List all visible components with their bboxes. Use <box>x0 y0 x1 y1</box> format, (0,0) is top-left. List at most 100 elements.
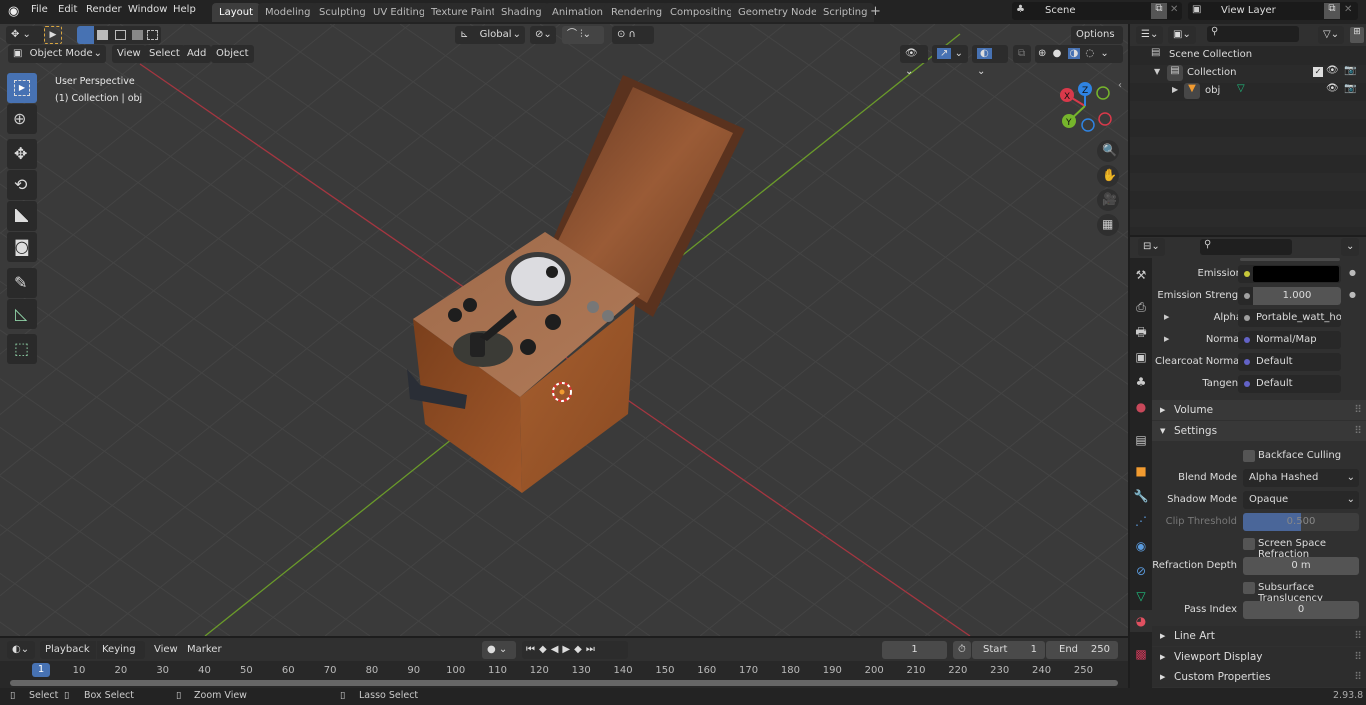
properties-search-input[interactable]: ⚲ <box>1200 239 1292 255</box>
tab-physics[interactable]: ◉ <box>1130 535 1152 557</box>
tab-uv-editing[interactable]: UV Editing <box>366 3 433 22</box>
playback-dropdown[interactable]: Playback ⌄ <box>40 641 96 673</box>
drag-handle-icon[interactable]: ⠿ <box>1354 626 1362 646</box>
play-icon[interactable]: ▶ <box>562 644 574 655</box>
tab-object[interactable]: ■ <box>1130 460 1152 482</box>
shadow-mode-dropdown[interactable]: Opaque ⌄ <box>1243 491 1359 509</box>
tangent-field[interactable]: Default <box>1238 375 1341 393</box>
overlays-toggle[interactable]: ◐ ⌄ <box>972 45 1008 77</box>
refraction-depth-field[interactable]: 0 m <box>1243 557 1359 575</box>
perspective-toggle-button[interactable]: ▦ <box>1097 214 1119 236</box>
keying-dropdown[interactable]: Keying ⌄ <box>97 641 145 673</box>
tool-measure[interactable]: ◺ <box>7 299 37 329</box>
tab-constraints[interactable]: ⊘ <box>1130 560 1152 582</box>
drag-handle-icon[interactable]: ⠿ <box>1354 421 1362 441</box>
menu-add[interactable]: Add <box>182 45 212 63</box>
jump-start-icon[interactable]: ⏮ <box>526 644 539 655</box>
emission-color-field[interactable] <box>1238 265 1341 283</box>
camera-view-button[interactable]: 🎥 <box>1097 189 1119 211</box>
select-invert-icon[interactable] <box>132 30 143 40</box>
editor-type-button[interactable]: ✥ ⌄ <box>6 26 44 44</box>
playhead[interactable]: 1 <box>32 663 50 677</box>
tab-sculpting[interactable]: Sculpting <box>312 3 373 22</box>
pivot-point-dropdown[interactable]: ⊘⌄ <box>530 26 556 44</box>
transform-orientation-dropdown[interactable]: ⊾ Global ⌄ <box>455 26 525 44</box>
tab-geometry-nodes[interactable]: Geometry Nodes <box>731 3 830 22</box>
tab-rendering[interactable]: Rendering <box>604 3 670 22</box>
tool-select-box[interactable]: ▶ <box>7 73 37 103</box>
tool-scale[interactable] <box>7 201 37 231</box>
tab-render[interactable]: ⎙ <box>1130 296 1152 318</box>
proportional-editing-toggle[interactable]: ⊙ ∩ <box>612 26 654 44</box>
exclude-checkbox-icon[interactable]: ✓ <box>1313 67 1323 77</box>
select-new-icon[interactable] <box>77 26 94 44</box>
chevron-down-icon[interactable]: ⌄ <box>1100 48 1108 59</box>
keyframe-dot-icon[interactable]: ● <box>1349 290 1356 299</box>
preview-range-toggle[interactable]: ⏱ <box>953 641 971 659</box>
menu-marker[interactable]: Marker <box>187 644 222 655</box>
eye-icon[interactable]: 👁 <box>1326 65 1339 76</box>
select-intersect-icon[interactable] <box>147 30 158 40</box>
expand-arrow-icon[interactable]: ▶ <box>1164 313 1169 321</box>
menu-view[interactable]: View <box>112 45 146 63</box>
snap-toggle[interactable]: ⌒ ⫶⌄ <box>562 26 604 44</box>
navigation-gizmo[interactable]: X Z Y <box>1055 80 1115 135</box>
tab-tool[interactable]: ⚒ <box>1130 264 1152 286</box>
expand-arrow-icon[interactable]: ▼ <box>1154 67 1160 76</box>
outliner-search-input[interactable]: ⚲ <box>1207 26 1299 42</box>
3d-viewport[interactable]: ✥ ⌄ ▶ ⊾ Global ⌄ ⊘⌄ ⌒ ⫶⌄ ⊙ ∩ Options ⌄ ▣… <box>0 24 1128 636</box>
tab-animation[interactable]: Animation <box>545 3 610 22</box>
start-frame-field[interactable]: Start 1 <box>972 641 1045 659</box>
display-mode-dropdown[interactable]: ☰⌄ <box>1136 26 1164 44</box>
outliner-item-collection[interactable]: ▼ ▤ Collection ✓ 👁 📷 <box>1130 64 1366 82</box>
xray-toggle[interactable]: ⧉ <box>1013 45 1031 63</box>
select-extend-icon[interactable] <box>97 30 108 40</box>
next-keyframe-icon[interactable]: ◆ <box>574 644 586 655</box>
gizmo-toggle[interactable]: ↗ ⌄ <box>932 45 968 63</box>
alpha-link-field[interactable]: Portable_watt_hourt... <box>1238 309 1341 327</box>
filter-view-layer-dropdown[interactable]: ▣⌄ <box>1168 26 1196 44</box>
emission-strength-field[interactable]: 1.000 <box>1238 287 1341 305</box>
solid-shading-icon[interactable]: ● <box>1053 48 1062 59</box>
zoom-view-button[interactable]: 🔍 <box>1097 140 1119 162</box>
mode-dropdown[interactable]: ▣ Object Mode ⌄ <box>8 45 106 63</box>
editor-type-button[interactable]: ⊟⌄ <box>1138 238 1165 256</box>
tab-world[interactable]: ● <box>1130 396 1152 418</box>
menu-edit[interactable]: Edit <box>58 4 77 15</box>
scene-selector[interactable]: ♣ Scene ⧉ ✕ <box>1012 2 1182 20</box>
screen-space-refraction-checkbox[interactable] <box>1243 538 1255 550</box>
expand-arrow-icon[interactable]: ▶ <box>1172 85 1178 94</box>
outliner-item-scene-collection[interactable]: ▤ Scene Collection <box>1130 46 1366 64</box>
blend-mode-dropdown[interactable]: Alpha Hashed ⌄ <box>1243 469 1359 487</box>
section-custom-properties[interactable]: ▶ Custom Properties ⠿ <box>1152 667 1366 687</box>
end-frame-field[interactable]: End 250 <box>1046 641 1118 659</box>
tab-scene[interactable]: ♣ <box>1130 371 1152 393</box>
tab-texture-paint[interactable]: Texture Paint <box>424 3 503 22</box>
keyframe-dot-icon[interactable]: ● <box>1349 268 1356 277</box>
tab-particles[interactable]: ⋰ <box>1130 510 1152 532</box>
tool-annotate[interactable]: ✎ <box>7 268 37 298</box>
tab-material[interactable]: ◕ <box>1130 610 1152 632</box>
close-icon[interactable]: ✕ <box>1344 4 1352 15</box>
auto-keying-toggle[interactable]: ● ⌄ <box>482 641 516 659</box>
tab-modeling[interactable]: Modeling <box>258 3 318 22</box>
tab-texture[interactable]: ▩ <box>1130 643 1152 665</box>
select-subtract-icon[interactable] <box>115 30 126 40</box>
menu-object[interactable]: Object <box>211 45 254 63</box>
tab-data[interactable]: ▽ <box>1130 585 1152 607</box>
clip-threshold-slider[interactable]: 0.500 <box>1243 513 1359 531</box>
copy-scene-icon[interactable]: ⧉ <box>1151 3 1167 19</box>
tab-shading[interactable]: Shading <box>494 3 549 22</box>
camera-icon[interactable]: 📷 <box>1344 65 1356 76</box>
editor-type-button[interactable]: ◐⌄ <box>7 641 35 659</box>
current-frame-field[interactable]: 1 <box>882 641 947 659</box>
tool-settings-active-icon[interactable]: ▶ <box>44 26 62 44</box>
eye-icon[interactable]: 👁 <box>1326 83 1339 94</box>
tab-modifiers[interactable]: 🔧 <box>1130 485 1152 507</box>
backface-culling-checkbox[interactable] <box>1243 450 1255 462</box>
subsurface-translucency-checkbox[interactable] <box>1243 582 1255 594</box>
tool-transform[interactable]: ◙ <box>7 232 37 262</box>
tool-rotate[interactable]: ⟲ <box>7 170 37 200</box>
section-line-art[interactable]: ▶ Line Art ⠿ <box>1152 626 1366 646</box>
pass-index-field[interactable]: 0 <box>1243 601 1359 619</box>
